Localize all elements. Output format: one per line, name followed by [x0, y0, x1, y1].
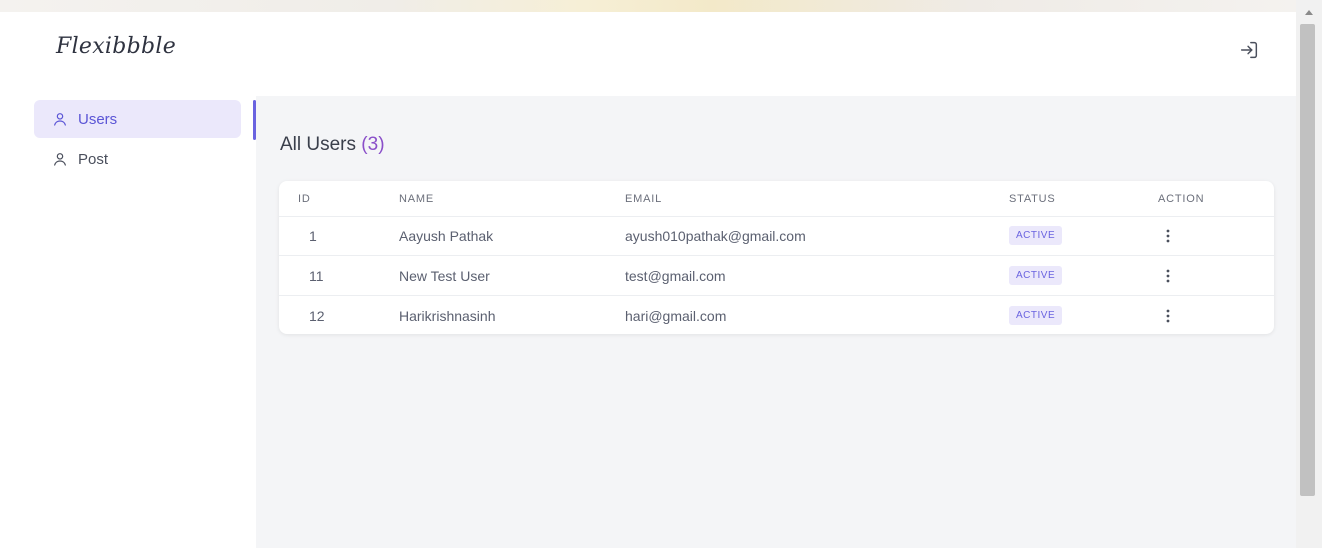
- users-table: ID NAME EMAIL STATUS ACTION 1 Aayush Pat…: [279, 181, 1274, 334]
- row-name: Harikrishnasinh: [399, 307, 496, 324]
- sidebar-item-label: Users: [78, 110, 118, 128]
- header-email: EMAIL: [625, 192, 663, 205]
- status-badge: ACTIVE: [1009, 306, 1063, 325]
- user-count-close: ): [378, 134, 385, 155]
- row-status: ACTIVE: [1009, 216, 1063, 255]
- page-title: All Users (3): [280, 134, 385, 156]
- header-action: ACTION: [1158, 192, 1205, 205]
- table-row: 11 New Test User test@gmail.com ACTIVE: [279, 256, 1274, 296]
- row-id: 1: [309, 227, 317, 244]
- row-actions-button[interactable]: [1158, 266, 1178, 286]
- row-status: ACTIVE: [1009, 256, 1063, 295]
- row-status: ACTIVE: [1009, 296, 1063, 334]
- row-email: hari@gmail.com: [625, 307, 727, 324]
- more-vertical-icon: [1166, 309, 1170, 322]
- page-title-text: All Users: [280, 134, 357, 155]
- user-count-value: 3: [367, 134, 379, 155]
- more-vertical-icon: [1166, 269, 1170, 282]
- sidebar-item-label: Post: [78, 150, 109, 168]
- row-action: [1158, 216, 1178, 255]
- app-logo[interactable]: Flexibbble: [56, 34, 176, 59]
- header-name: NAME: [399, 192, 434, 205]
- scroll-up-arrow-icon[interactable]: [1305, 10, 1313, 15]
- vertical-scrollbar[interactable]: [1296, 0, 1322, 548]
- row-actions-button[interactable]: [1158, 306, 1178, 326]
- main-content: All Users (3) ID NAME EMAIL STATUS ACTIO…: [256, 96, 1296, 548]
- row-id: 11: [309, 267, 324, 284]
- row-id: 12: [309, 307, 325, 324]
- logout-icon: [1240, 41, 1258, 59]
- user-icon: [52, 151, 68, 167]
- sidebar: Users Post: [0, 96, 256, 548]
- status-badge: ACTIVE: [1009, 266, 1063, 285]
- user-count: (3): [361, 134, 384, 155]
- header-id: ID: [298, 192, 311, 205]
- top-bar: Flexibbble: [0, 12, 1296, 96]
- table-header: ID NAME EMAIL STATUS ACTION: [279, 181, 1274, 217]
- table-row: 12 Harikrishnasinh hari@gmail.com ACTIVE: [279, 296, 1274, 334]
- status-badge: ACTIVE: [1009, 226, 1063, 245]
- row-email: test@gmail.com: [625, 267, 726, 284]
- logout-button[interactable]: [1238, 39, 1260, 61]
- row-action: [1158, 296, 1178, 334]
- sidebar-item-users[interactable]: Users: [34, 100, 241, 138]
- row-action: [1158, 256, 1178, 295]
- row-name: New Test User: [399, 267, 490, 284]
- top-banner-strip: [0, 0, 1296, 12]
- app-root: Flexibbble Users Post All Users (3) ID N…: [0, 0, 1322, 548]
- table-row: 1 Aayush Pathak ayush010pathak@gmail.com…: [279, 216, 1274, 256]
- row-email: ayush010pathak@gmail.com: [625, 227, 806, 244]
- row-actions-button[interactable]: [1158, 226, 1178, 246]
- row-name: Aayush Pathak: [399, 227, 494, 244]
- user-icon: [52, 111, 68, 127]
- header-status: STATUS: [1009, 192, 1056, 205]
- scrollbar-thumb[interactable]: [1300, 24, 1315, 496]
- more-vertical-icon: [1166, 229, 1170, 242]
- sidebar-item-post[interactable]: Post: [34, 140, 241, 178]
